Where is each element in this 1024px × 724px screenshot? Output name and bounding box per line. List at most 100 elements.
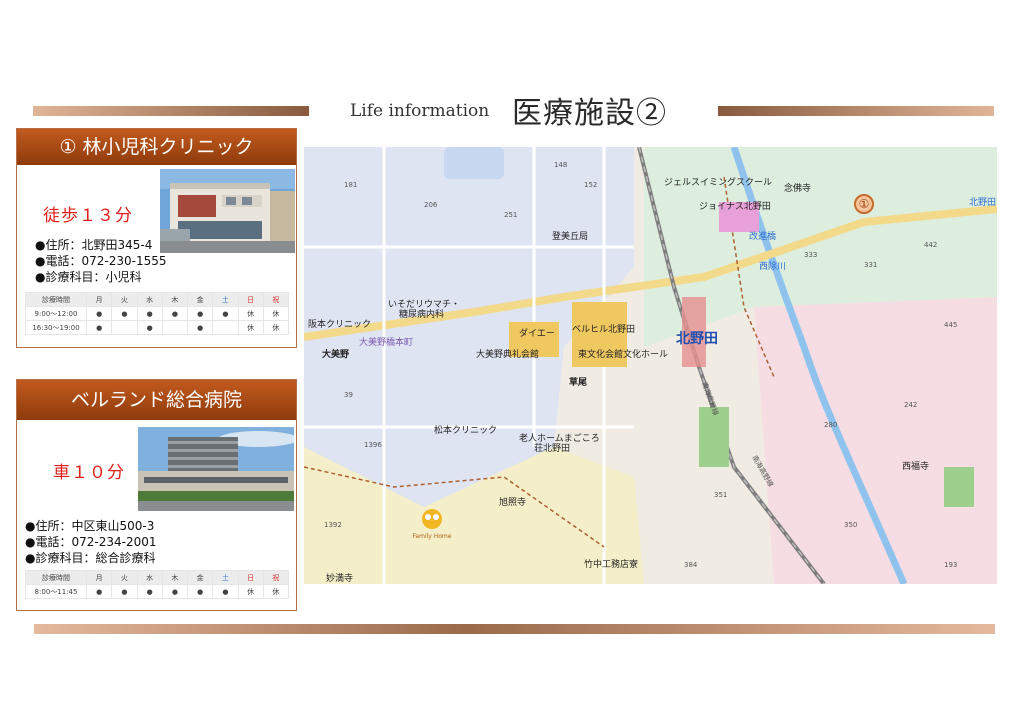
schedule-cell: 月: [85, 570, 113, 585]
schedule-cell: ●: [136, 306, 163, 321]
svg-text:193: 193: [944, 561, 957, 569]
schedule-cell: ●: [212, 306, 239, 321]
svg-text:152: 152: [584, 181, 597, 189]
svg-text:445: 445: [944, 321, 957, 329]
map-label: 旭照寺: [499, 496, 526, 508]
svg-text:442: 442: [924, 241, 937, 249]
schedule-row: 9:00〜12:00 ● ● ● ● ● ● 休 休: [25, 306, 290, 321]
schedule-cell: 休: [237, 306, 264, 321]
schedule-header-row: 診療時間 月 火 水 木 金 土 日 祝: [25, 570, 290, 585]
svg-text:242: 242: [904, 401, 917, 409]
clinic-info: ●住所：北野田345-4 ●電話：072-230-1555 ●診療科目：小児科: [35, 237, 166, 285]
map-label: 大美野典礼会館: [476, 348, 539, 360]
schedule-cell: ●: [85, 320, 113, 335]
svg-text:1392: 1392: [324, 521, 342, 529]
map-label: 老人ホームまごころ: [519, 432, 600, 444]
schedule-cell: 水: [136, 570, 163, 585]
schedule-cell: [212, 320, 239, 335]
schedule-cell: 土: [212, 570, 239, 585]
clinic-department: ●診療科目：小児科: [35, 270, 142, 284]
schedule-cell: 8:00〜11:45: [25, 584, 87, 599]
svg-text:1396: 1396: [364, 441, 382, 449]
schedule-cell: 金: [186, 292, 214, 307]
schedule-cell: 日: [237, 292, 264, 307]
header-left-bar: [33, 106, 309, 116]
schedule-cell: 火: [111, 570, 138, 585]
svg-text:280: 280: [824, 421, 837, 429]
area-map: ① Family Home ジェルスイミングスクール ジョイナス北野田 改進橋 …: [304, 147, 997, 584]
station-label: 北野田: [676, 331, 718, 347]
schedule-cell: ●: [186, 584, 214, 599]
schedule-cell: 診療時間: [25, 292, 87, 307]
map-label: ベルヒル北野田: [572, 324, 635, 335]
map-label: ジェルスイミングスクール: [664, 176, 772, 188]
map-label: 草尾: [569, 376, 587, 388]
map-label: 大美野橋本町: [359, 336, 413, 348]
map-label: 妙満寺: [326, 572, 353, 584]
schedule-cell: ●: [186, 306, 214, 321]
map-label: 登美丘局: [552, 230, 588, 242]
schedule-cell: 金: [186, 570, 214, 585]
schedule-cell: 休: [262, 584, 290, 599]
schedule-cell: [111, 320, 138, 335]
clinic-address: ●住所：中区東山500-3: [25, 519, 155, 533]
schedule-cell: 火: [111, 292, 138, 307]
clinic-marker: ①: [859, 197, 870, 211]
schedule-table: 診療時間 月 火 水 木 金 土 日 祝 9:00〜12:00 ● ● ● ● …: [25, 292, 290, 335]
map-label: 糖尿病内科: [399, 308, 444, 320]
schedule-cell: 木: [161, 570, 189, 585]
schedule-cell: 休: [237, 584, 264, 599]
schedule-table: 診療時間 月 火 水 木 金 土 日 祝 8:00〜11:45 ● ● ● ● …: [25, 570, 290, 599]
clinic-photo: [160, 169, 295, 253]
schedule-cell: 診療時間: [25, 570, 87, 585]
schedule-cell: 土: [212, 292, 239, 307]
header-right-bar: [718, 106, 994, 116]
family-home-label: Family Home: [413, 533, 452, 540]
map-label: 荘北野田: [534, 443, 570, 454]
schedule-header-row: 診療時間 月 火 水 木 金 土 日 祝: [25, 292, 290, 307]
svg-text:181: 181: [344, 181, 357, 189]
schedule-cell: [161, 320, 189, 335]
map-label: いそだリウマチ・: [388, 299, 460, 310]
clinic-address: ●住所：北野田345-4: [35, 238, 153, 252]
clinic-title: ① 林小児科クリニック: [17, 129, 296, 165]
schedule-cell: 祝: [262, 570, 290, 585]
svg-text:331: 331: [864, 261, 877, 269]
svg-text:206: 206: [424, 201, 438, 209]
map-label: ダイエー: [519, 327, 555, 339]
hospital-photo: [138, 427, 294, 511]
schedule-cell: 16:30〜19:00: [25, 320, 87, 335]
schedule-cell: 休: [262, 320, 290, 335]
schedule-cell: 日: [237, 570, 264, 585]
map-label: 念佛寺: [784, 182, 811, 194]
schedule-cell: ●: [111, 306, 138, 321]
map-label: 竹中工務店寮: [584, 558, 638, 570]
schedule-row: 8:00〜11:45 ● ● ● ● ● ● 休 休: [25, 584, 290, 599]
map-label: ジョイナス北野田: [699, 201, 771, 212]
schedule-cell: ●: [85, 306, 113, 321]
map-label: 東文化会館文化ホール: [578, 348, 668, 360]
schedule-cell: 休: [237, 320, 264, 335]
svg-text:351: 351: [714, 491, 727, 499]
schedule-row: 16:30〜19:00 ● ● ● 休 休: [25, 320, 290, 335]
page-title: 医療施設②: [512, 96, 667, 131]
schedule-cell: 祝: [262, 292, 290, 307]
svg-text:251: 251: [504, 211, 517, 219]
schedule-cell: ●: [161, 584, 189, 599]
map-label: 西除川: [759, 260, 786, 272]
clinic-phone: ●電話：072-230-1555: [35, 254, 167, 268]
clinic-card-2: ベルランド総合病院 車１０分 ●住所：中区東山500-3 ●電話：072-234…: [16, 379, 297, 611]
header-subtitle: Life information: [350, 101, 490, 121]
map-label: 大美野: [322, 348, 349, 360]
access-time: 車１０分: [53, 463, 125, 483]
schedule-cell: 水: [136, 292, 163, 307]
clinic-card-1: ① 林小児科クリニック 徒歩１３分 ●住所：北野田345-4 ●電話：072-2…: [16, 128, 297, 348]
schedule-cell: ●: [85, 584, 113, 599]
schedule-cell: ●: [136, 584, 163, 599]
clinic-phone: ●電話：072-234-2001: [25, 535, 157, 549]
map-label: 松本クリニック: [434, 424, 497, 436]
schedule-cell: 月: [85, 292, 113, 307]
svg-text:39: 39: [344, 391, 353, 399]
schedule-cell: ●: [186, 320, 214, 335]
svg-text:350: 350: [844, 521, 857, 529]
